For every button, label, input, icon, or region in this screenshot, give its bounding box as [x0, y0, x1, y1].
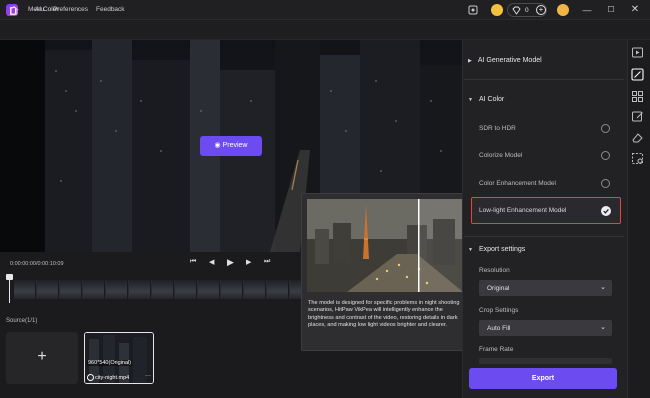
- ai-color-icon[interactable]: [631, 68, 644, 81]
- divider: [464, 236, 624, 237]
- resolution-value: Original: [487, 284, 510, 292]
- before-after-image: [307, 199, 463, 292]
- radio-color-enhancement-model[interactable]: [601, 179, 610, 188]
- radio-colorize-model[interactable]: [601, 151, 610, 160]
- export-button[interactable]: Export: [469, 368, 617, 389]
- crop-settings-select[interactable]: Auto Fill ⌄: [479, 320, 612, 336]
- radio-sdr-to-hdr[interactable]: [601, 124, 610, 133]
- chevron-down-icon: ⌄: [600, 324, 606, 331]
- maximize-icon[interactable]: ☐: [605, 4, 617, 16]
- previous-frame-icon[interactable]: ◀: [209, 258, 214, 266]
- edit-icon[interactable]: [631, 110, 644, 123]
- minimize-icon[interactable]: —: [581, 4, 593, 16]
- page-title: AI Color: [35, 6, 59, 13]
- crop-select-icon[interactable]: [631, 152, 644, 165]
- option-sdr-to-hdr[interactable]: SDR to HDR: [479, 125, 516, 132]
- close-icon[interactable]: ✕: [629, 4, 641, 16]
- preview-button[interactable]: ◉ Preview: [200, 136, 262, 156]
- skip-to-end-icon[interactable]: ⏭: [264, 258, 270, 266]
- source-clip[interactable]: 960*540(Original) city-night.mp4 ···: [84, 332, 154, 384]
- video-enhance-icon[interactable]: [631, 46, 644, 59]
- resolution-select[interactable]: Original ⌄: [479, 280, 612, 296]
- menu-item-feedback[interactable]: Feedback: [96, 6, 125, 13]
- radio-checked-icon[interactable]: [601, 206, 611, 216]
- section-title: AI Generative Model: [477, 57, 542, 64]
- section-title: Export settings: [478, 246, 526, 253]
- page-header: [0, 20, 650, 40]
- model-tooltip: The model is designed for specific probl…: [301, 193, 467, 351]
- next-frame-icon[interactable]: ▶: [246, 258, 251, 266]
- section-export-settings[interactable]: ▼ Export settings: [468, 246, 525, 253]
- play-icon[interactable]: ▶: [227, 257, 234, 268]
- caret-down-icon: ▼: [468, 97, 473, 103]
- tooltip-description: The model is designed for specific probl…: [308, 300, 460, 328]
- section-ai-color[interactable]: ▼ AI Color: [468, 96, 504, 103]
- clip-resolution: 960*540(Original): [87, 360, 133, 366]
- coin-icon[interactable]: [491, 4, 503, 16]
- clip-name: city-night.mp4: [95, 375, 130, 381]
- clip-status-icon: [87, 374, 94, 381]
- frame-interpolation-icon[interactable]: [631, 90, 644, 103]
- home-icon[interactable]: [8, 4, 20, 16]
- credits-count: 0: [525, 7, 529, 14]
- add-source-button[interactable]: +: [6, 332, 78, 384]
- eye-icon: ◉: [214, 142, 223, 149]
- option-color-enhancement-model[interactable]: Color Enhancement Model: [479, 180, 556, 187]
- preview-label: Preview: [222, 142, 248, 149]
- source-label: Source(1/1): [6, 318, 38, 324]
- eraser-icon[interactable]: [631, 131, 644, 144]
- frame-rate-select[interactable]: [479, 358, 612, 364]
- frame-rate-label: Frame Rate: [479, 346, 514, 353]
- add-credits-icon[interactable]: +: [536, 5, 546, 15]
- avatar[interactable]: [557, 4, 569, 16]
- resolution-label: Resolution: [479, 267, 510, 274]
- crop-settings-value: Auto Fill: [487, 324, 511, 332]
- playhead[interactable]: [9, 276, 10, 303]
- section-title: AI Color: [478, 96, 505, 103]
- chevron-down-icon: ⌄: [600, 284, 606, 291]
- caret-down-icon: ▼: [468, 247, 473, 253]
- timeline-thumbnails[interactable]: [14, 280, 304, 299]
- option-low-light-enhancement-model[interactable]: Low-light Enhancement Model: [479, 207, 566, 214]
- plus-icon: +: [37, 348, 47, 365]
- timecode: 0:00:00:00/0:00:10:09: [10, 261, 64, 267]
- divider: [464, 79, 624, 80]
- more-options-icon[interactable]: ···: [145, 373, 151, 379]
- crop-settings-label: Crop Settings: [479, 307, 519, 314]
- skip-to-start-icon[interactable]: ⏮: [190, 258, 196, 266]
- diamond-icon: [512, 6, 521, 15]
- screen-record-icon[interactable]: [467, 4, 479, 16]
- section-ai-generative-model[interactable]: ▶ AI Generative Model: [468, 57, 542, 64]
- option-colorize-model[interactable]: Colorize Model: [479, 152, 522, 159]
- credits-pill[interactable]: 0 +: [507, 3, 547, 17]
- caret-right-icon: ▶: [468, 58, 472, 64]
